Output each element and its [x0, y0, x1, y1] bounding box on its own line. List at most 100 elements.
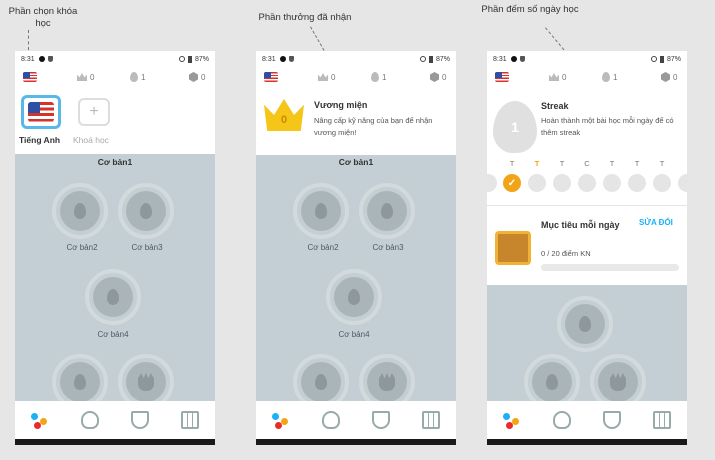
edit-goal-button[interactable]: SỬA ĐỔI	[639, 218, 673, 227]
day-letter: T	[559, 159, 565, 168]
gem-icon	[430, 72, 439, 82]
crowns-counter[interactable]: 0	[77, 73, 94, 82]
skill-label: Cơ bản3	[131, 243, 163, 252]
hand-icon	[379, 373, 395, 391]
shield-icon	[47, 56, 53, 62]
battery-icon	[187, 55, 192, 63]
egg-icon	[315, 203, 327, 219]
skill-label: Cơ bản2	[307, 243, 339, 252]
top-bar: 0 1 0	[15, 67, 215, 87]
shop-tab-icon[interactable]	[181, 411, 199, 429]
day-letter: T	[534, 159, 540, 168]
skill-node[interactable]	[52, 183, 108, 239]
crown-icon	[77, 73, 87, 81]
crowns-counter[interactable]: 0	[549, 73, 566, 82]
popup-title: Vương miện	[314, 100, 368, 110]
crown-icon: 0	[264, 99, 304, 131]
annotation-streak: Phần đếm số ngày học	[481, 4, 579, 15]
skill-node[interactable]	[557, 296, 613, 352]
status-bar: 8:31 87%	[487, 51, 687, 67]
gems-counter[interactable]: 0	[430, 72, 446, 82]
league-tab-icon[interactable]	[131, 411, 149, 429]
crown-count-big: 0	[280, 114, 288, 126]
add-course-button[interactable]: +	[78, 98, 110, 126]
gem-count: 0	[201, 72, 206, 82]
status-time: 8:31	[493, 55, 507, 63]
us-flag-icon	[28, 102, 54, 122]
streak-description: Hoàn thành một bài học mỗi ngày để có th…	[541, 116, 674, 137]
day-letter: C	[584, 159, 590, 168]
day-circle	[528, 174, 546, 192]
skill-node[interactable]	[359, 183, 415, 239]
crowns-popup: 0 Vương miện Nâng cấp kỹ năng của bạn để…	[256, 87, 456, 155]
streak-counter[interactable]: 1	[130, 72, 145, 82]
day-circle	[578, 174, 596, 192]
add-course-label: Khoá học	[73, 135, 109, 145]
notification-icon	[279, 56, 286, 62]
egg-icon	[348, 289, 360, 305]
skill-tree-title: Cơ bản1	[97, 157, 133, 167]
skill-label: Cơ bản4	[338, 330, 370, 339]
goal-progress-bar	[541, 264, 679, 271]
skill-node[interactable]	[118, 183, 174, 239]
bottom-nav	[256, 401, 456, 439]
goal-progress-text: 0 / 20 điểm KN	[541, 249, 591, 258]
stories-tab-icon[interactable]	[81, 411, 99, 429]
day-circle	[678, 174, 687, 192]
crowns-counter[interactable]: 0	[318, 73, 335, 82]
day-circle	[653, 174, 671, 192]
streak-count: 1	[382, 72, 387, 82]
flame-icon	[602, 72, 610, 82]
course-english-label: Tiếng Anh	[19, 135, 61, 145]
notification-icon	[510, 56, 517, 62]
plus-icon: +	[89, 103, 99, 120]
egg-icon	[107, 289, 119, 305]
shop-tab-icon[interactable]	[422, 411, 440, 429]
shop-tab-icon[interactable]	[653, 411, 671, 429]
battery-level: 87%	[435, 55, 450, 63]
league-tab-icon[interactable]	[603, 411, 621, 429]
battery-icon	[659, 55, 664, 63]
egg-icon	[315, 374, 327, 390]
course-english[interactable]	[21, 95, 61, 129]
us-flag-icon[interactable]	[23, 72, 37, 82]
battery-level: 87%	[194, 55, 209, 63]
us-flag-icon[interactable]	[264, 72, 278, 82]
skill-node[interactable]	[326, 269, 382, 325]
bottom-nav	[487, 401, 687, 439]
streak-counter[interactable]: 1	[371, 72, 386, 82]
us-flag-icon[interactable]	[495, 72, 509, 82]
streak-flame-icon: 1	[493, 101, 537, 153]
streak-count-big: 1	[511, 119, 519, 135]
skill-tree-title: Cơ bản1	[338, 157, 374, 167]
day-letter: T	[609, 159, 615, 168]
learn-tab-icon[interactable]	[272, 411, 290, 429]
crown-count: 0	[562, 72, 567, 82]
divider	[487, 205, 687, 206]
learn-tab-icon[interactable]	[31, 411, 49, 429]
wifi-icon	[178, 56, 185, 62]
status-bar: 8:31 87%	[256, 51, 456, 67]
gems-counter[interactable]: 0	[189, 72, 205, 82]
phone-screen-crowns: 8:31 87% 0 1 0 0 Vương miện Nâng cấp kỹ …	[256, 51, 456, 445]
day-circle	[628, 174, 646, 192]
skill-node[interactable]	[85, 269, 141, 325]
course-selector-panel: Tiếng Anh + Khoá học	[15, 87, 215, 154]
status-time: 8:31	[21, 55, 35, 63]
streak-count: 1	[141, 72, 146, 82]
gems-counter[interactable]: 0	[661, 72, 677, 82]
shield-icon	[519, 56, 525, 62]
gem-icon	[189, 72, 198, 82]
day-circle	[553, 174, 571, 192]
daily-goal-title: Mục tiêu mỗi ngày	[541, 220, 620, 230]
league-tab-icon[interactable]	[372, 411, 390, 429]
day-letter: T	[659, 159, 665, 168]
day-circle-done: ✓	[503, 174, 521, 192]
stories-tab-icon[interactable]	[553, 411, 571, 429]
skill-node[interactable]	[293, 183, 349, 239]
top-bar: 0 1 0	[487, 67, 687, 87]
crown-icon	[549, 73, 559, 81]
streak-counter[interactable]: 1	[602, 72, 617, 82]
learn-tab-icon[interactable]	[503, 411, 521, 429]
stories-tab-icon[interactable]	[322, 411, 340, 429]
